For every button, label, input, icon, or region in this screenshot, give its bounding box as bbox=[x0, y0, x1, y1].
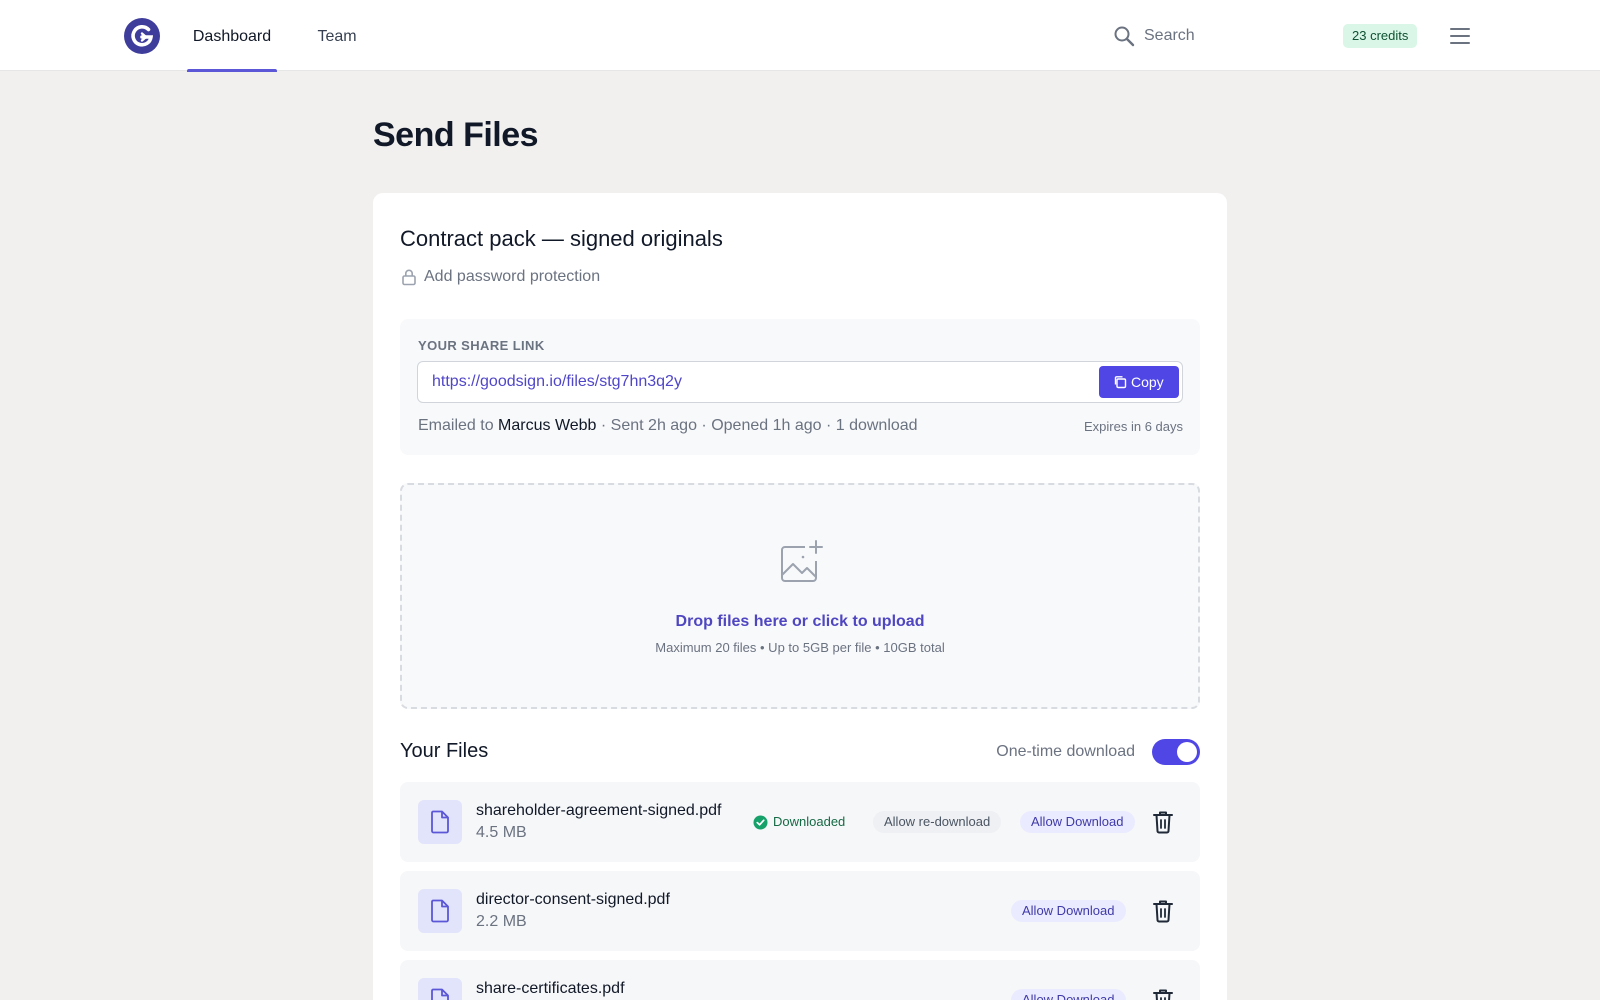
file-size: 4.5 MB bbox=[476, 824, 527, 841]
allow-download-button[interactable]: Allow Download bbox=[1011, 900, 1126, 922]
file-icon bbox=[418, 889, 462, 933]
file-name: director-consent-signed.pdf bbox=[476, 891, 670, 908]
page-title: Send Files bbox=[373, 116, 539, 154]
share-activity-details: · Sent 2h ago · Opened 1h ago · 1 downlo… bbox=[600, 417, 918, 434]
files-heading: Your Files bbox=[400, 740, 489, 762]
share-activity: Emailed to Marcus Webb · Sent 2h ago · O… bbox=[418, 417, 918, 435]
downloaded-label: Downloaded bbox=[773, 814, 846, 829]
share-link-label: YOUR SHARE LINK bbox=[418, 338, 545, 353]
add-password-label: Add password protection bbox=[424, 268, 601, 285]
tab-dashboard[interactable]: Dashboard bbox=[187, 0, 277, 72]
emailed-prefix: Emailed to bbox=[418, 417, 494, 434]
file-row: shareholder-agreement-signed.pdf 4.5 MB … bbox=[400, 782, 1200, 862]
copy-button[interactable]: Copy bbox=[1099, 366, 1179, 398]
search-input[interactable] bbox=[1144, 20, 1304, 52]
file-size: 2.2 MB bbox=[476, 913, 527, 930]
search-box bbox=[1110, 20, 1310, 52]
file-name: share-certificates.pdf bbox=[476, 980, 625, 997]
trash-icon[interactable] bbox=[1152, 810, 1174, 834]
file-row: director-consent-signed.pdf 2.2 MB Allow… bbox=[400, 871, 1200, 951]
one-time-download-label: One-time download bbox=[996, 743, 1135, 760]
menu-icon[interactable] bbox=[1448, 24, 1472, 48]
copy-button-label: Copy bbox=[1131, 374, 1164, 390]
share-link-panel: YOUR SHARE LINK Copy Emailed to Marcus W… bbox=[400, 319, 1200, 455]
dropzone-limits: Maximum 20 files • Up to 5GB per file • … bbox=[655, 640, 945, 655]
allow-download-button[interactable]: Allow Download bbox=[1011, 989, 1126, 1000]
lock-icon bbox=[402, 269, 416, 286]
allow-download-button[interactable]: Allow Download bbox=[1020, 811, 1135, 833]
transfer-card: Contract pack — signed originals Add pas… bbox=[373, 193, 1227, 1000]
file-name: shareholder-agreement-signed.pdf bbox=[476, 802, 722, 819]
copy-icon bbox=[1114, 376, 1127, 389]
check-circle-icon bbox=[753, 815, 768, 830]
recipient-name: Marcus Webb bbox=[498, 417, 597, 434]
upload-dropzone[interactable]: Drop files here or click to upload Maxim… bbox=[400, 483, 1200, 709]
share-link-field: Copy bbox=[417, 361, 1183, 403]
brand-logo-icon[interactable] bbox=[124, 18, 160, 54]
trash-icon[interactable] bbox=[1152, 899, 1174, 923]
file-row: share-certificates.pdf Allow Download bbox=[400, 960, 1200, 1000]
image-upload-icon bbox=[781, 540, 823, 582]
allow-redownload-button[interactable]: Allow re-download bbox=[873, 811, 1002, 833]
one-time-download-toggle[interactable] bbox=[1152, 739, 1200, 765]
file-icon bbox=[418, 800, 462, 844]
share-link-input[interactable] bbox=[432, 362, 1092, 402]
tab-team[interactable]: Team bbox=[303, 0, 371, 71]
transfer-title: Contract pack — signed originals bbox=[400, 226, 723, 251]
expiry-notice: Expires in 6 days bbox=[1084, 419, 1183, 434]
search-icon bbox=[1114, 26, 1135, 47]
top-bar: Dashboard Team 23 credits bbox=[0, 0, 1600, 72]
dropzone-title: Drop files here or click to upload bbox=[675, 613, 925, 630]
file-icon bbox=[418, 978, 462, 1000]
credits-badge[interactable]: 23 credits bbox=[1343, 24, 1418, 48]
trash-icon[interactable] bbox=[1152, 988, 1174, 1000]
